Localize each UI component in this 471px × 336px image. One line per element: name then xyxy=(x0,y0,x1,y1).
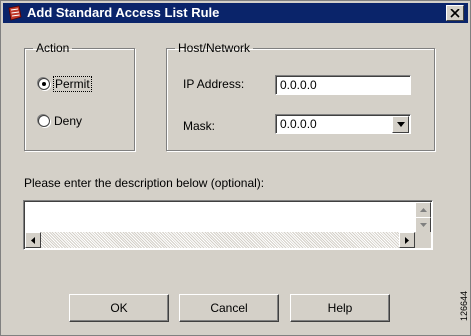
mask-label: Mask: xyxy=(183,119,216,133)
mask-dropdown-button[interactable] xyxy=(392,116,409,133)
description-textarea[interactable] xyxy=(23,200,433,250)
arrow-down-icon xyxy=(419,223,427,227)
arrow-up-icon xyxy=(419,208,427,212)
scroll-down-button[interactable] xyxy=(415,217,431,233)
figure-id: 126644 xyxy=(459,291,469,322)
horizontal-scrollbar[interactable] xyxy=(25,232,415,248)
cancel-button[interactable]: Cancel xyxy=(179,294,279,322)
mask-select[interactable]: 0.0.0.0 xyxy=(275,114,411,134)
scroll-up-button[interactable] xyxy=(415,202,431,218)
close-button[interactable] xyxy=(446,5,464,21)
vertical-scrollbar[interactable] xyxy=(415,202,431,233)
ip-address-input[interactable]: 0.0.0.0 xyxy=(275,75,411,95)
help-button[interactable]: Help xyxy=(290,294,390,322)
ip-address-label: IP Address: xyxy=(183,77,245,91)
scrollbar-corner xyxy=(415,232,431,248)
close-icon xyxy=(450,8,460,18)
host-network-group: Host/Network IP Address: 0.0.0.0 Mask: 0… xyxy=(166,41,435,151)
host-network-legend: Host/Network xyxy=(178,41,251,55)
window-title: Add Standard Access List Rule xyxy=(27,5,220,20)
deny-option[interactable]: Deny xyxy=(38,114,82,128)
dialog-window: Add Standard Access List Rule Action Per… xyxy=(0,0,471,336)
arrow-right-icon xyxy=(405,236,409,244)
title-bar[interactable]: Add Standard Access List Rule xyxy=(3,3,468,23)
deny-radio[interactable] xyxy=(38,115,50,127)
arrow-left-icon xyxy=(31,236,35,244)
description-prompt: Please enter the description below (opti… xyxy=(24,176,265,190)
permit-label[interactable]: Permit xyxy=(53,76,92,92)
deny-label[interactable]: Deny xyxy=(54,114,82,128)
app-icon xyxy=(7,5,23,21)
action-legend: Action xyxy=(36,41,70,55)
scroll-left-button[interactable] xyxy=(25,232,41,248)
action-group: Action Permit Deny xyxy=(24,41,135,151)
chevron-down-icon xyxy=(396,122,405,127)
scroll-right-button[interactable] xyxy=(399,232,415,248)
permit-radio[interactable] xyxy=(38,78,50,90)
mask-value: 0.0.0.0 xyxy=(280,117,317,131)
ok-button[interactable]: OK xyxy=(69,294,169,322)
permit-option[interactable]: Permit xyxy=(38,76,92,92)
